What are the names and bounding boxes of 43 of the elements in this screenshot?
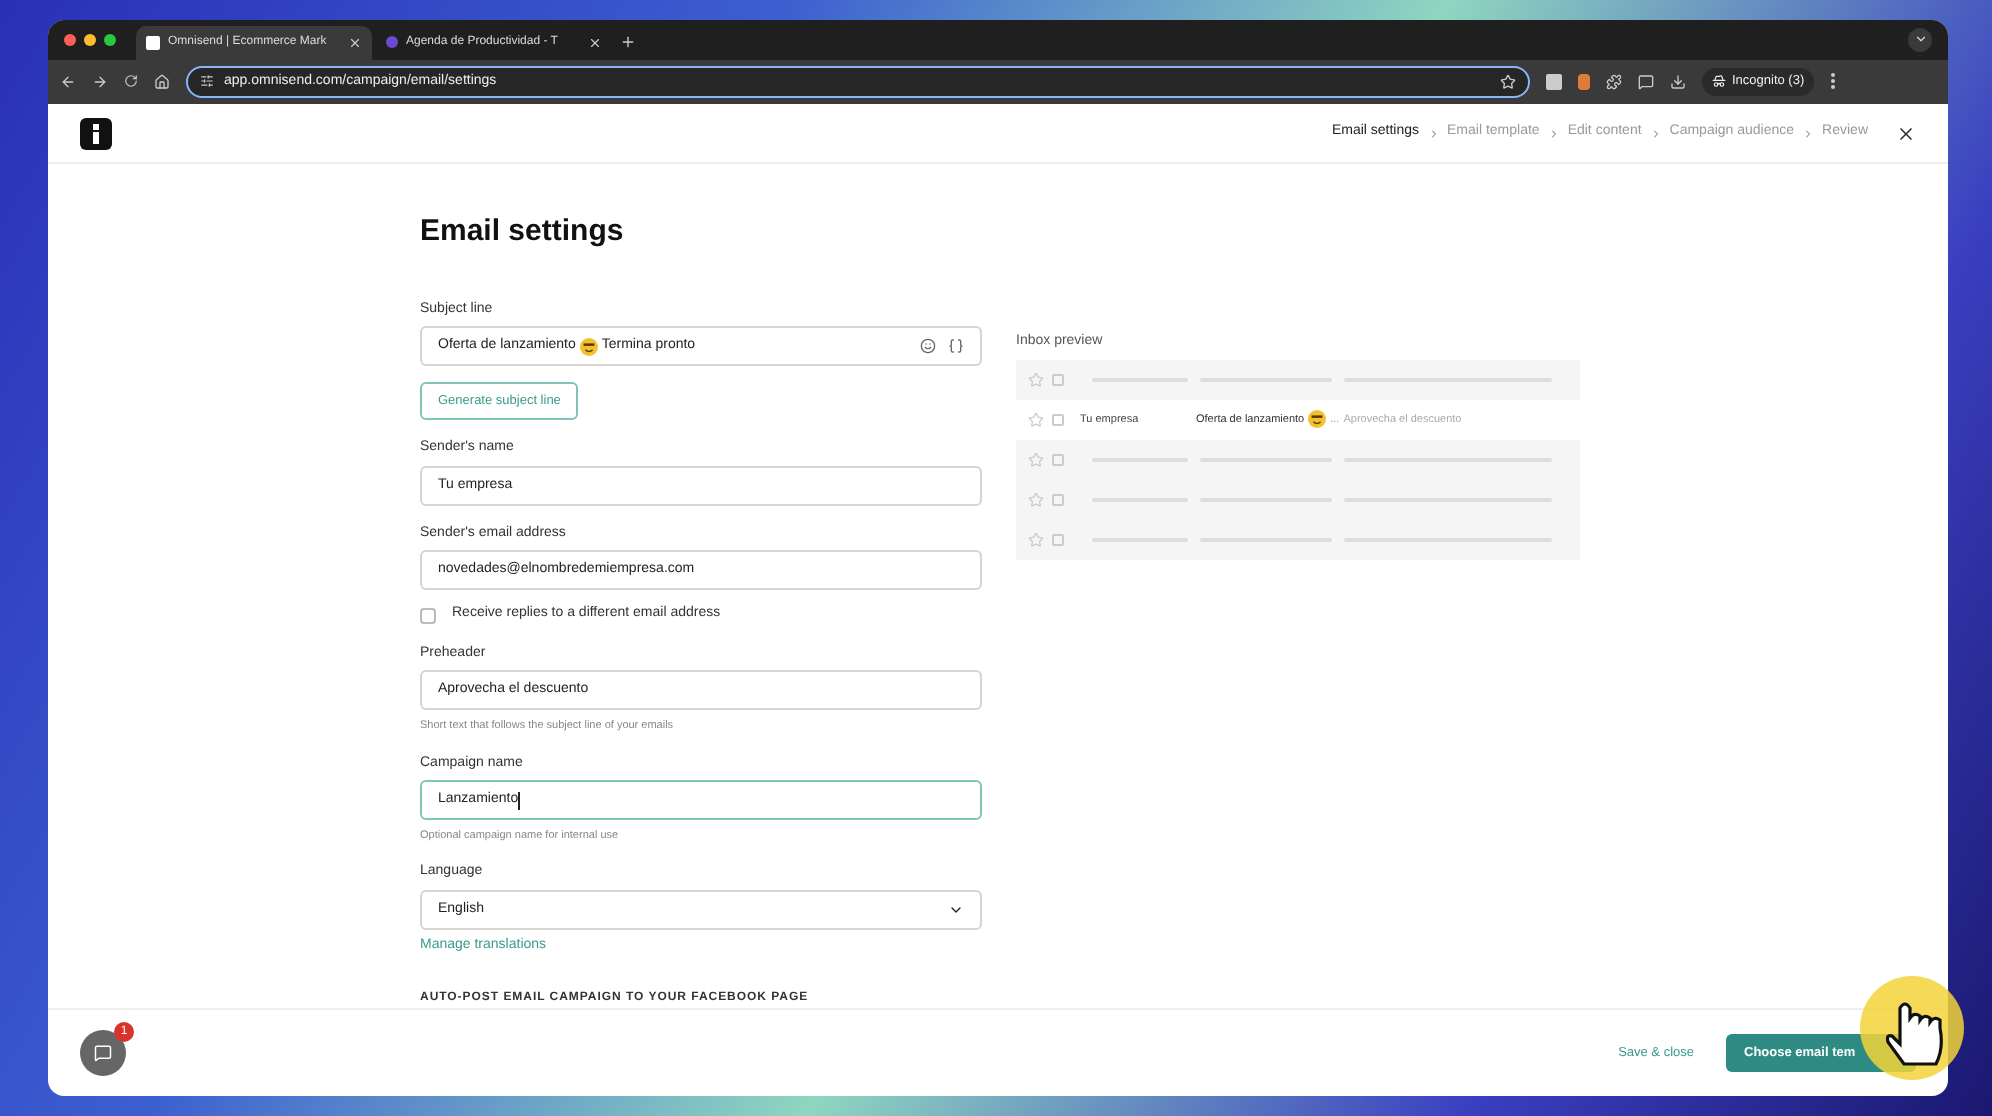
- logo-icon: [80, 117, 112, 150]
- star-icon: [1028, 491, 1044, 508]
- chevron-right-icon: [1802, 127, 1815, 140]
- close-tab-icon[interactable]: [588, 35, 602, 50]
- tab-search-icon[interactable]: [1908, 27, 1932, 52]
- incognito-icon: [1712, 74, 1726, 89]
- download-icon[interactable]: [1670, 73, 1686, 90]
- page-title: Email settings: [420, 212, 626, 253]
- star-icon: [1028, 371, 1044, 388]
- star-icon: [1028, 531, 1044, 548]
- back-icon[interactable]: [60, 73, 76, 90]
- home-icon[interactable]: [154, 73, 170, 90]
- checkbox-icon: [1052, 413, 1064, 426]
- favicon-icon: [386, 36, 398, 49]
- favicon-icon: [146, 35, 160, 50]
- maximize-window-icon[interactable]: [104, 33, 116, 46]
- chevron-right-icon: [1649, 127, 1662, 140]
- extension-icon[interactable]: [1638, 73, 1654, 90]
- minimize-window-icon[interactable]: [84, 33, 96, 46]
- close-icon[interactable]: [1896, 123, 1916, 144]
- braces-icon[interactable]: [948, 338, 964, 355]
- close-tab-icon[interactable]: [348, 35, 362, 50]
- chevron-right-icon: [1547, 127, 1560, 140]
- checkbox[interactable]: [420, 607, 436, 623]
- checkbox-icon: [1052, 373, 1064, 386]
- emoji-icon: [579, 337, 598, 356]
- chevron-right-icon: [1427, 127, 1440, 140]
- site-info-icon[interactable]: [200, 74, 214, 89]
- star-icon: [1028, 411, 1044, 428]
- chat-icon: [94, 1044, 112, 1063]
- checkbox-icon: [1052, 453, 1064, 466]
- star-icon: [1028, 451, 1044, 468]
- new-tab-icon[interactable]: [620, 33, 636, 50]
- forward-icon[interactable]: [92, 73, 108, 90]
- extensions-icon[interactable]: [1606, 73, 1622, 90]
- menu-icon[interactable]: [1830, 72, 1837, 91]
- checkbox-icon: [1052, 533, 1064, 546]
- reload-icon[interactable]: [124, 74, 138, 89]
- close-window-icon[interactable]: [64, 33, 76, 46]
- checkbox-icon: [1052, 493, 1064, 506]
- bookmark-icon[interactable]: [1500, 73, 1516, 90]
- emoji-icon: [1308, 410, 1327, 429]
- smiley-icon[interactable]: [920, 338, 936, 355]
